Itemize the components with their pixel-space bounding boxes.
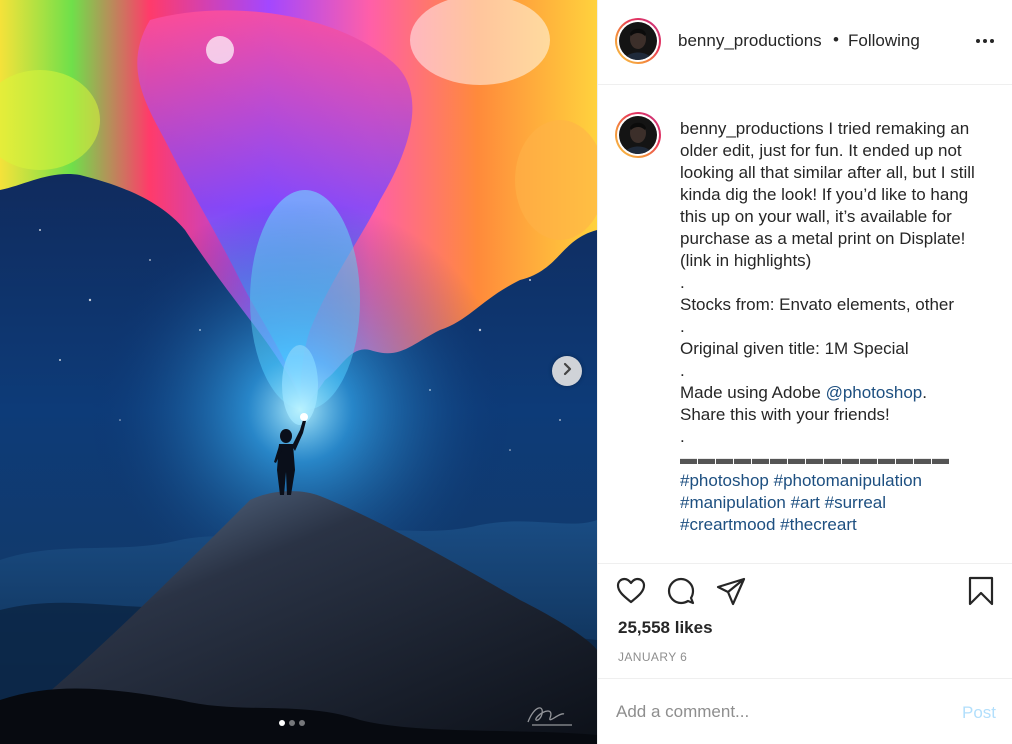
caption-body: I tried remaking an older edit, just for… [680,119,975,270]
caption-line: Original given title: 1M Special [680,339,909,358]
share-icon[interactable] [714,574,748,608]
caption-username-link[interactable]: benny_productions [680,119,824,138]
carousel-next-button[interactable] [552,356,582,386]
hashtag-link[interactable]: #manipulation [680,493,786,512]
post-date[interactable]: JANUARY 6 [618,650,687,664]
hashtag-link[interactable]: #art [791,493,820,512]
post-media[interactable] [0,0,597,744]
following-button[interactable]: Following [848,31,920,51]
hashtag-link[interactable]: #surreal [825,493,886,512]
heart-icon[interactable] [614,574,648,608]
caption-line: . [680,427,685,446]
action-bar [598,563,1012,611]
post-header: benny_productions • Following [598,0,1012,85]
header-separator: • [833,30,839,49]
hashtag-link[interactable]: #creartmood [680,515,775,534]
caption-text: benny_productions I tried remaking an ol… [680,118,985,536]
post-comment-button[interactable]: Post [962,703,996,723]
comment-icon[interactable] [664,574,698,608]
author-username-link[interactable]: benny_productions [678,31,822,51]
author-avatar[interactable] [615,18,661,64]
caption-punctuation: . [922,383,927,402]
hashtag-link[interactable]: #thecreart [780,515,857,534]
carousel-dot [289,720,295,726]
chevron-right-icon [560,362,574,381]
caption-line: . [680,361,685,380]
post-image [0,0,597,744]
caption-line: . [680,317,685,336]
likes-count[interactable]: 25,558 likes [618,618,713,638]
mention-link[interactable]: @photoshop [826,383,923,402]
caption-line: Stocks from: Envato elements, other [680,295,955,314]
bookmark-icon[interactable] [964,574,998,608]
caption-line: Made using Adobe [680,383,826,402]
carousel-indicator [279,720,305,726]
carousel-dot [279,720,285,726]
caption-line: . [680,273,685,292]
comment-bar: Post [598,678,1012,744]
caption-line: Share this with your friends! [680,405,890,424]
carousel-dot [299,720,305,726]
comment-input[interactable] [616,699,936,725]
caption-divider: ▬▬▬▬▬▬▬▬▬▬▬▬▬▬▬ [680,449,950,468]
caption-area: benny_productions I tried remaking an ol… [598,85,1012,555]
watermark-signature [520,700,580,730]
hashtag-link[interactable]: #photoshop [680,471,769,490]
more-options-icon[interactable] [974,34,996,48]
hashtag-link[interactable]: #photomanipulation [774,471,922,490]
post-details-panel: benny_productions • Following benny_prod… [597,0,1012,744]
caption-author-avatar[interactable] [615,112,661,158]
